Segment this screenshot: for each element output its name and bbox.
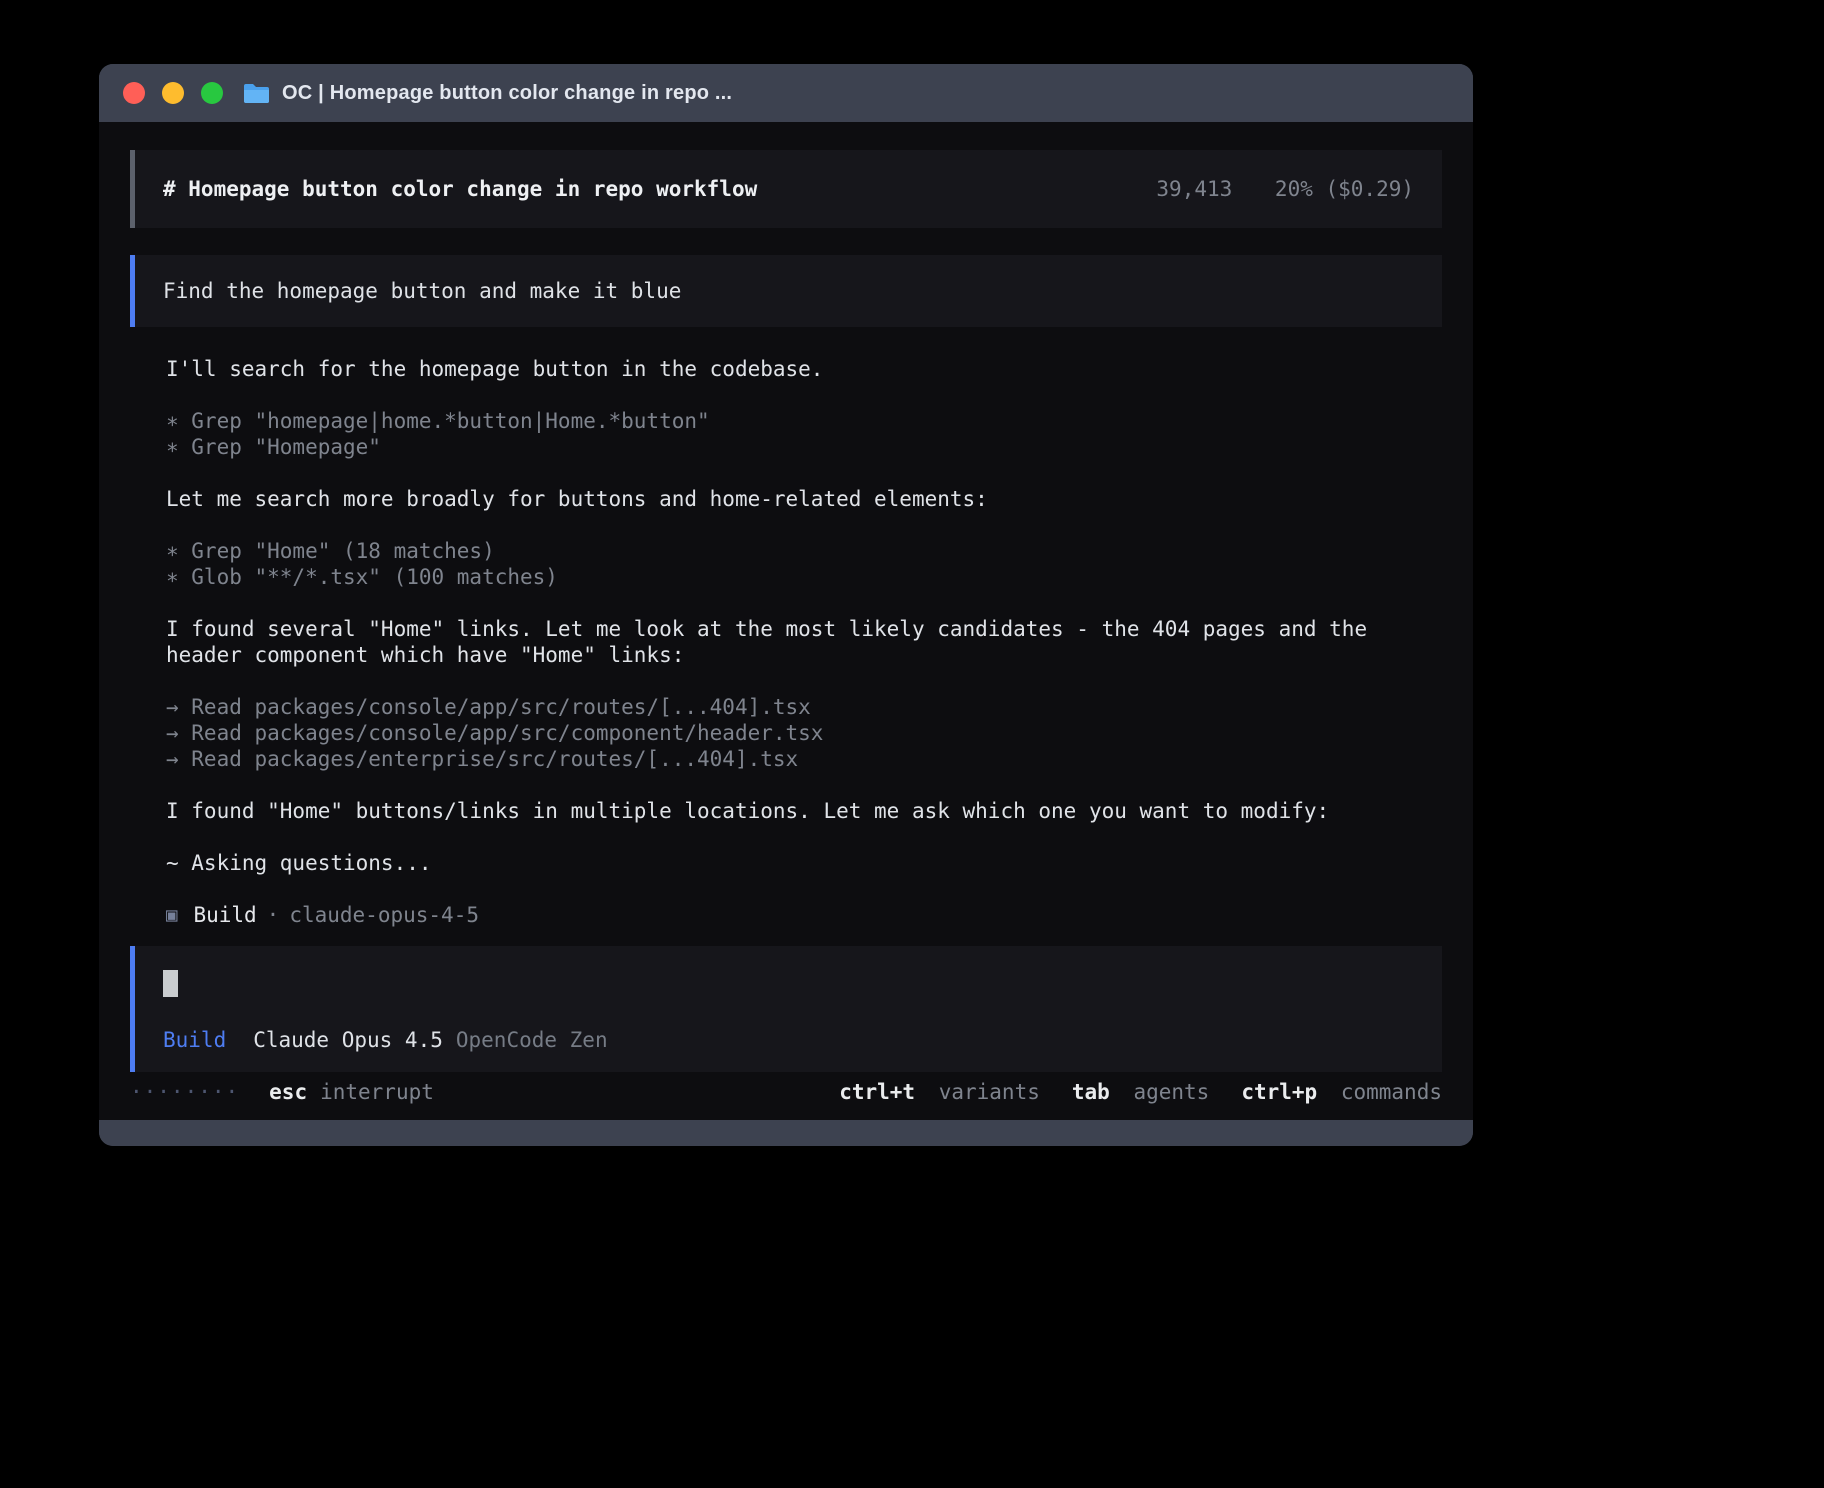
shortcut-key: ctrl+p (1241, 1080, 1317, 1104)
shortcut-label: commands (1341, 1080, 1442, 1104)
shortcut-key: ctrl+t (839, 1080, 915, 1104)
spinner-dots: ········ (130, 1080, 239, 1104)
shortcut-key: tab (1072, 1080, 1110, 1104)
input-provider-label: OpenCode Zen (456, 1028, 608, 1052)
minimize-button[interactable] (162, 82, 184, 104)
text-cursor (163, 970, 178, 997)
agent-icon: ▣ (166, 902, 177, 928)
status-bar: ········ esc interrupt ctrl+t variants t… (130, 1074, 1442, 1110)
status-bar-right: ctrl+t variants tab agents ctrl+p comman… (807, 1080, 1442, 1104)
zoom-button[interactable] (201, 82, 223, 104)
assistant-text: Let me search more broadly for buttons a… (166, 486, 1442, 512)
session-title: # Homepage button color change in repo w… (163, 177, 757, 201)
tool-call-grep: ∗ Grep "homepage|home.*button|Home.*butt… (166, 408, 1442, 434)
session-usage-group: 39,413 20% ($0.29) (1156, 177, 1414, 201)
window-footer-strip (99, 1120, 1473, 1146)
window-title: OC | Homepage button color change in rep… (282, 82, 732, 105)
tool-call-grep: ∗ Grep "Home" (18 matches) (166, 538, 1442, 564)
traffic-lights (123, 82, 223, 104)
tool-call-glob: ∗ Glob "**/*.tsx" (100 matches) (166, 564, 1442, 590)
user-message-text: Find the homepage button and make it blu… (163, 279, 681, 303)
titlebar-title-group: OC | Homepage button color change in rep… (243, 82, 732, 105)
interrupt-label: interrupt (320, 1080, 434, 1104)
shortcut-agents: tab agents (1072, 1080, 1209, 1104)
desktop-background: OC | Homepage button color change in rep… (0, 0, 1824, 1488)
context-usage: 20% ($0.29) (1275, 177, 1414, 201)
session-header: # Homepage button color change in repo w… (130, 150, 1442, 228)
tool-call-read: → Read packages/enterprise/src/routes/[.… (166, 746, 1442, 772)
tool-call-group: → Read packages/console/app/src/routes/[… (166, 694, 1442, 772)
interrupt-key: esc (269, 1080, 307, 1104)
agent-badge: ▣ Build · claude-opus-4-5 (166, 902, 1442, 928)
input-meta-row: Build Claude Opus 4.5 OpenCode Zen (163, 1028, 1414, 1052)
shortcut-commands: ctrl+p commands (1241, 1080, 1442, 1104)
shortcut-label: variants (939, 1080, 1040, 1104)
folder-icon (243, 82, 270, 104)
user-message: Find the homepage button and make it blu… (130, 255, 1442, 327)
assistant-text: I found "Home" buttons/links in multiple… (166, 798, 1442, 824)
status-bar-left: ········ esc interrupt (130, 1080, 434, 1104)
window-titlebar[interactable]: OC | Homepage button color change in rep… (99, 64, 1473, 122)
close-button[interactable] (123, 82, 145, 104)
agent-model: claude-opus-4-5 (289, 902, 479, 928)
assistant-text: I found several "Home" links. Let me loo… (166, 616, 1442, 668)
assistant-text: I'll search for the homepage button in t… (166, 356, 1442, 382)
agent-separator: · (267, 902, 280, 928)
tool-call-read: → Read packages/console/app/src/routes/[… (166, 694, 1442, 720)
token-count: 39,413 (1156, 177, 1232, 201)
tool-call-group: ∗ Grep "homepage|home.*button|Home.*butt… (166, 408, 1442, 460)
input-mode-label[interactable]: Build (163, 1028, 226, 1052)
input-model-label[interactable]: Claude Opus 4.5 (253, 1028, 443, 1052)
assistant-status-line: ~ Asking questions... (166, 850, 1442, 876)
prompt-input[interactable]: Build Claude Opus 4.5 OpenCode Zen (130, 946, 1442, 1072)
tool-call-read: → Read packages/console/app/src/componen… (166, 720, 1442, 746)
agent-name: Build (193, 902, 256, 928)
shortcut-label: agents (1133, 1080, 1209, 1104)
assistant-transcript: I'll search for the homepage button in t… (130, 356, 1442, 928)
terminal-content: # Homepage button color change in repo w… (99, 122, 1473, 1120)
shortcut-variants: ctrl+t variants (839, 1080, 1040, 1104)
tool-call-grep: ∗ Grep "Homepage" (166, 434, 1442, 460)
terminal-window: OC | Homepage button color change in rep… (99, 64, 1473, 1146)
tool-call-group: ∗ Grep "Home" (18 matches) ∗ Glob "**/*.… (166, 538, 1442, 590)
